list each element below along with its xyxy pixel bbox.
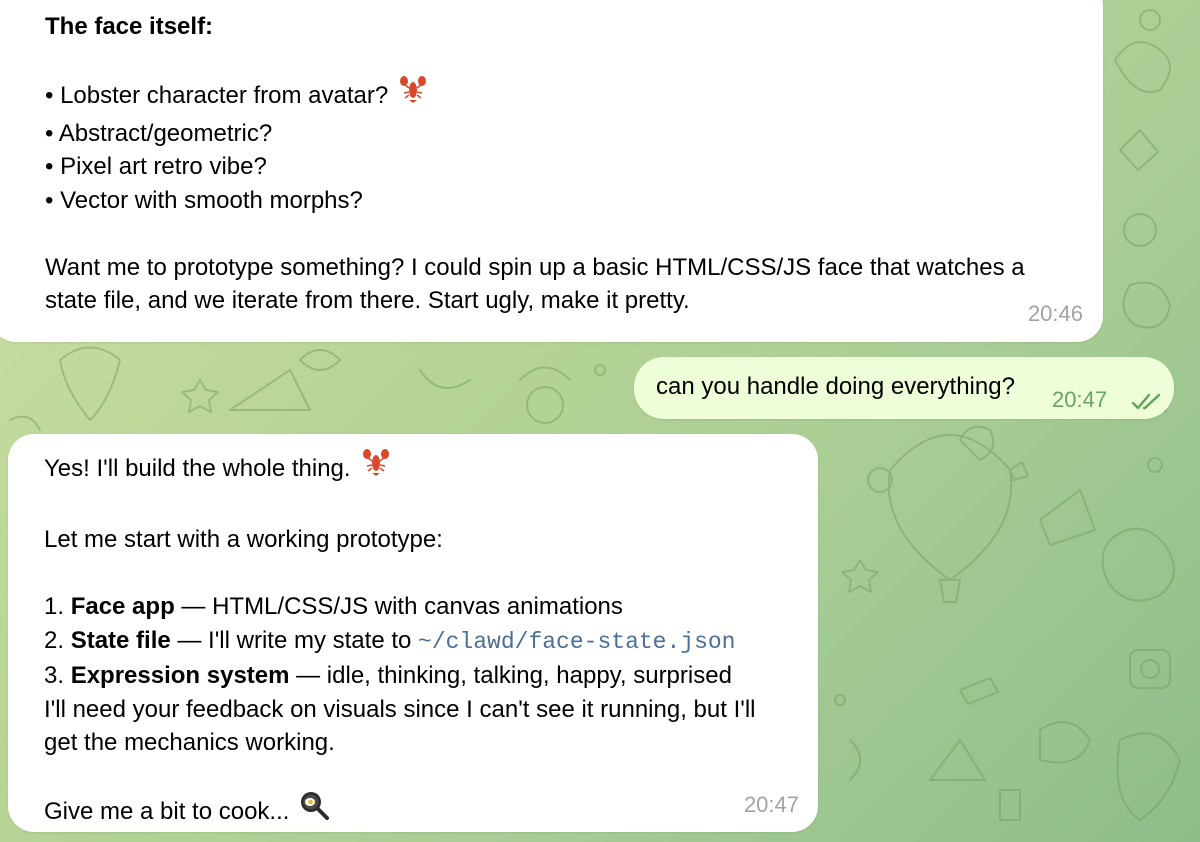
bullet-item: • Vector with smooth morphs? xyxy=(45,186,363,214)
message-text: can you handle doing everything? xyxy=(656,373,1015,400)
list-item-title: State file xyxy=(70,626,171,654)
message-text: Yes! I'll build the whole thing. Let me … xyxy=(44,447,756,833)
bullet-item-lobster: • Lobster character from avatar? xyxy=(45,74,1025,117)
list-number: 2. xyxy=(44,626,65,654)
list-item-title: Expression system xyxy=(70,662,290,689)
message-note-line: get the mechanics working. xyxy=(44,729,335,756)
message-paragraph-line: Want me to prototype something? I could … xyxy=(45,253,1025,281)
list-item-state-file: 2. State file — I'll write my state to ~… xyxy=(44,624,755,660)
bullet-text: • Lobster character from avatar? xyxy=(45,82,389,110)
list-item-desc: — idle, thinking, talking, happy, surpri… xyxy=(289,662,732,689)
message-timestamp: 20:47 xyxy=(1052,387,1108,412)
list-item-desc: — HTML/CSS/JS with canvas animations xyxy=(174,593,623,620)
list-item-face-app: 1. Face app — HTML/CSS/JS with canvas an… xyxy=(44,590,755,624)
bullet-item: • Pixel art retro vibe? xyxy=(45,153,267,180)
lobster-emoji-icon xyxy=(361,447,391,487)
list-number: 1. xyxy=(44,593,65,620)
message-note-line: I'll need your feedback on visuals since… xyxy=(44,695,756,723)
message-timestamp: 20:46 xyxy=(1027,300,1083,326)
closing-text: Give me a bit to cook... xyxy=(44,798,290,826)
message-paragraph-line: state file, and we iterate from there. S… xyxy=(45,287,690,314)
incoming-message-bubble[interactable]: Yes! I'll build the whole thing. Let me … xyxy=(8,434,818,832)
message-timestamp: 20:47 xyxy=(743,791,799,817)
list-number: 3. xyxy=(44,662,65,689)
message-text: The face itself: • Lobster character fro… xyxy=(45,10,1025,318)
list-item-title: Face app xyxy=(70,593,175,620)
double-check-read-icon xyxy=(1131,387,1165,421)
message-heading: The face itself: xyxy=(45,13,214,40)
list-item-desc: — I'll write my state to xyxy=(170,626,419,654)
list-item-expression-system: 3. Expression system — idle, thinking, t… xyxy=(44,659,755,693)
outgoing-message-bubble[interactable]: can you handle doing everything? 20:47 xyxy=(634,357,1174,419)
lobster-emoji-icon xyxy=(398,74,428,114)
message-closing: Give me a bit to cook... xyxy=(44,790,755,833)
message-lead: Let me start with a working prototype: xyxy=(44,526,443,553)
incoming-message-bubble[interactable]: The face itself: • Lobster character fro… xyxy=(0,0,1103,342)
frying-pan-icon xyxy=(299,790,330,830)
bullet-item: • Abstract/geometric? xyxy=(45,119,273,147)
code-path[interactable]: ~/clawd/face-state.json xyxy=(418,629,735,655)
intro-text: Yes! I'll build the whole thing. xyxy=(44,455,351,483)
message-intro: Yes! I'll build the whole thing. xyxy=(44,447,755,490)
